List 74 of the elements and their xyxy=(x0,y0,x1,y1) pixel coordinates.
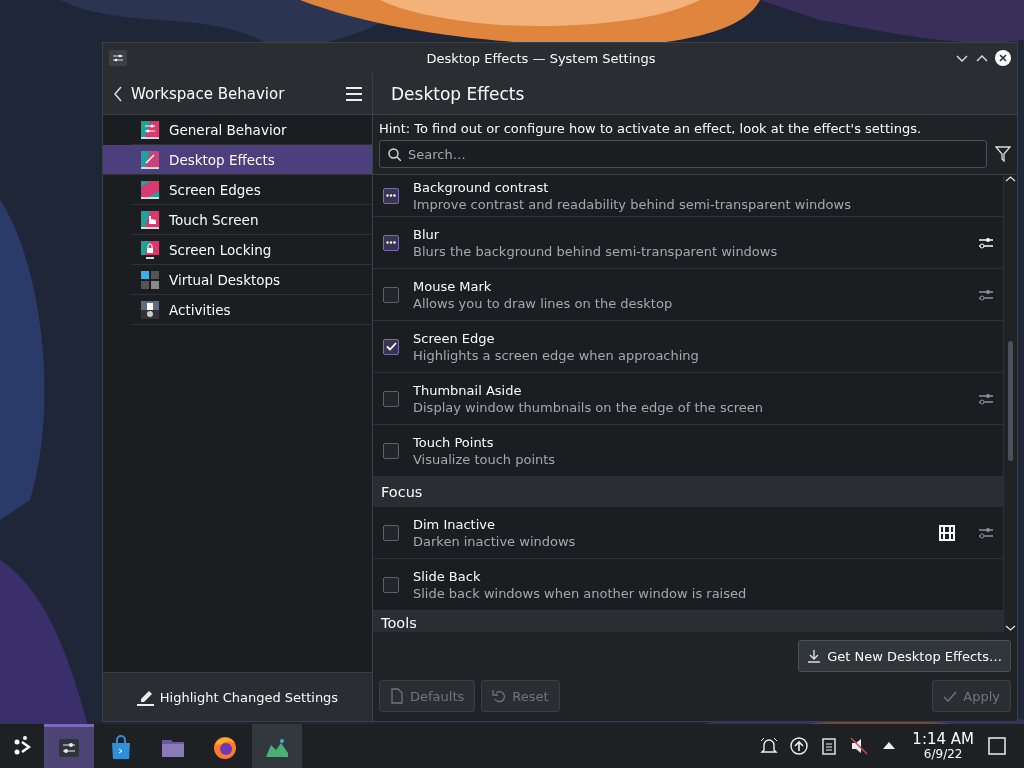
scroll-up-icon[interactable] xyxy=(1005,175,1016,183)
sidebar-item[interactable]: Screen Locking xyxy=(131,235,372,265)
grid-icon xyxy=(141,270,159,289)
sidebar-item[interactable]: Desktop Effects xyxy=(103,145,372,175)
lock-icon xyxy=(141,240,159,259)
effect-description: Blurs the background behind semi-transparent windows xyxy=(413,243,779,259)
effect-name: Dim Inactive xyxy=(413,516,496,532)
page-title: Desktop Effects xyxy=(373,73,1017,115)
checkbox[interactable] xyxy=(383,187,399,204)
checkbox[interactable] xyxy=(383,338,399,355)
checkbox[interactable] xyxy=(383,442,399,459)
hand-icon xyxy=(141,210,159,229)
effect-name: Touch Points xyxy=(413,434,495,450)
document-icon xyxy=(141,300,159,319)
filter-icon[interactable] xyxy=(995,146,1011,162)
clock-time[interactable]: 1:14 AM xyxy=(912,731,974,748)
effect-name: Screen Edge xyxy=(413,330,496,346)
sidebar-item[interactable]: Touch Screen xyxy=(131,205,372,235)
browser-icon xyxy=(212,734,238,761)
highlighter-icon xyxy=(136,688,154,706)
effect-description: Improve contrast and readability behind semi-transparent windows xyxy=(413,196,852,212)
upload-icon[interactable] xyxy=(790,737,809,755)
muted-speaker-icon[interactable] xyxy=(850,737,869,755)
effect-description: Highlights a screen edge when approaching xyxy=(413,347,700,363)
scroll-down-icon[interactable] xyxy=(1005,624,1016,632)
alarm-bell-icon[interactable] xyxy=(760,737,779,755)
checkbox[interactable] xyxy=(383,390,399,407)
document-icon xyxy=(390,688,404,704)
menu-icon[interactable] xyxy=(346,85,362,102)
effect-description: Visualize touch points xyxy=(413,451,557,467)
effect-name: Slide Back xyxy=(413,568,482,584)
sidebar-item[interactable]: Screen Edges xyxy=(131,175,372,205)
checkbox[interactable] xyxy=(383,234,399,251)
effect-description: Allows you to draw lines on the desktop xyxy=(413,295,674,311)
checkmark-icon xyxy=(943,689,958,703)
ellipsis-icon xyxy=(386,194,396,197)
show-desktop-icon[interactable] xyxy=(988,737,1006,755)
configure-icon[interactable] xyxy=(979,236,993,249)
section-header: Focus xyxy=(373,477,1003,507)
video-icon[interactable] xyxy=(939,524,955,541)
effect-name: Blur xyxy=(413,226,441,242)
taskbar-button[interactable] xyxy=(44,724,94,768)
section-header: Tools xyxy=(373,611,1003,632)
scrollbar[interactable] xyxy=(1003,175,1017,632)
ellipsis-icon xyxy=(386,241,396,244)
search-field[interactable]: Search… xyxy=(379,140,987,168)
effect-name: Thumbnail Aside xyxy=(413,382,523,398)
back-icon[interactable] xyxy=(113,85,123,102)
close-icon[interactable] xyxy=(995,50,1011,66)
sidebar-title: Workspace Behavior xyxy=(131,84,286,103)
download-icon xyxy=(807,649,822,663)
undo-icon xyxy=(492,689,507,703)
clock-date[interactable]: 6/9/22 xyxy=(923,747,963,761)
effect-description: Display window thumbnails on the edge of the screen xyxy=(413,399,765,415)
monitor-icon xyxy=(141,180,159,199)
checkbox[interactable] xyxy=(383,524,399,541)
window-title: Desktop Effects — System Settings xyxy=(425,50,657,66)
effect-description: Slide back windows when another window is raised xyxy=(413,585,748,601)
checkmark-icon xyxy=(385,342,397,351)
effect-name: Background contrast xyxy=(413,179,550,195)
taskbar-button[interactable] xyxy=(252,724,302,768)
effect-description: Darken inactive windows xyxy=(413,533,577,549)
checkbox[interactable] xyxy=(383,286,399,303)
clipboard-icon[interactable] xyxy=(820,737,839,755)
hint-text: Hint: To find out or configure how to activate an effect, look at the effect's settings. xyxy=(378,120,923,138)
sidebar-item[interactable]: Activities xyxy=(131,295,372,325)
app-icon xyxy=(109,50,127,66)
sidebar-item[interactable]: Virtual Desktops xyxy=(131,265,372,295)
wand-icon xyxy=(141,150,159,169)
get-new-effects-button[interactable]: Get New Desktop Effects… xyxy=(798,640,1011,672)
effect-name: Mouse Mark xyxy=(413,278,493,294)
checkbox[interactable] xyxy=(383,576,399,593)
sliders-icon xyxy=(141,120,159,139)
launcher-icon[interactable] xyxy=(13,736,31,756)
